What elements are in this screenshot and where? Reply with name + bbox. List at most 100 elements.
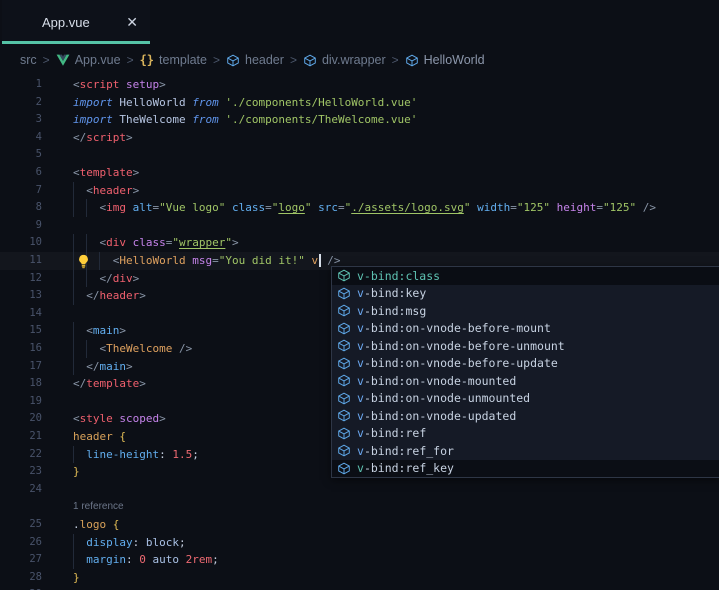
line-number[interactable]: 27 [0, 551, 42, 569]
breadcrumb-item-src[interactable]: src [20, 53, 37, 67]
line-number[interactable]: 28 [0, 569, 42, 587]
line-number[interactable]: 23 [0, 463, 42, 481]
suggest-item-label: v-bind:key [357, 286, 426, 300]
line-number[interactable]: 26 [0, 534, 42, 552]
code-line[interactable]: 24 [0, 481, 719, 499]
line-number[interactable]: 8 [0, 199, 42, 217]
line-number[interactable]: 9 [0, 217, 42, 235]
line-number[interactable]: 11 [0, 252, 42, 270]
code-line-content: } [73, 569, 80, 587]
code-line[interactable]: 9 [0, 217, 719, 235]
close-tab-icon[interactable]: ✕ [126, 15, 138, 29]
suggest-item-v-bind-msg[interactable]: v-bind:msg [332, 302, 719, 320]
code-line[interactable]: 28} [0, 569, 719, 587]
codelens-row[interactable]: 1 reference [0, 498, 719, 516]
suggest-item-v-bind-ref-for[interactable]: v-bind:ref_for [332, 442, 719, 460]
suggest-item-v-bind-on-vnode-updated[interactable]: v-bind:on-vnode-updated [332, 407, 719, 425]
line-number[interactable]: 24 [0, 481, 42, 499]
symbol-cube-icon [337, 444, 351, 457]
suggest-item-v-bind-on-vnode-before-unmount[interactable]: v-bind:on-vnode-before-unmount [332, 337, 719, 355]
indent-guide [73, 270, 74, 288]
breadcrumb-item-header[interactable]: header [226, 53, 284, 67]
suggest-item-v-bind-on-vnode-mounted[interactable]: v-bind:on-vnode-mounted [332, 372, 719, 390]
line-number[interactable]: 14 [0, 305, 42, 323]
symbol-cube-icon [337, 269, 351, 282]
line-number[interactable]: 21 [0, 428, 42, 446]
code-line[interactable]: 25.logo { [0, 516, 719, 534]
symbol-cube-icon [337, 374, 351, 387]
line-number[interactable]: 18 [0, 375, 42, 393]
code-line[interactable]: 6 <template> [0, 164, 719, 182]
codelens-reference-link[interactable]: 1 reference [73, 499, 124, 515]
code-line[interactable]: 10 <div class="wrapper"> [0, 234, 719, 252]
symbol-cube-icon [337, 304, 351, 317]
code-line-content: <script setup> [73, 76, 166, 94]
code-line-content: <template> [73, 164, 139, 182]
intellisense-suggest-widget: v-bind:classv-bind:keyv-bind:msgv-bind:o… [331, 266, 719, 478]
code-line[interactable]: 2import HelloWorld from './components/He… [0, 94, 719, 112]
line-number[interactable]: 5 [0, 146, 42, 164]
code-line[interactable]: 3import TheWelcome from './components/Th… [0, 111, 719, 129]
breadcrumb-item-template[interactable]: {}template [140, 53, 207, 67]
suggest-item-label: v-bind:on-vnode-before-update [357, 356, 558, 370]
line-number[interactable]: 19 [0, 393, 42, 411]
line-number[interactable]: 12 [0, 270, 42, 288]
breadcrumb-item-app-vue[interactable]: App.vue [56, 53, 121, 67]
breadcrumb-item-div-wrapper[interactable]: div.wrapper [303, 53, 386, 67]
braces-icon: {} [140, 53, 154, 67]
code-line[interactable]: 1 <script setup> [0, 76, 719, 94]
line-number[interactable]: 13 [0, 287, 42, 305]
code-line-content: </script> [73, 129, 133, 147]
suggest-item-v-bind-on-vnode-before-mount[interactable]: v-bind:on-vnode-before-mount [332, 320, 719, 338]
breadcrumb-item-helloworld[interactable]: HelloWorld [405, 53, 485, 67]
code-line[interactable]: 5 [0, 146, 719, 164]
tab-label: App.vue [42, 15, 90, 30]
suggest-item-v-bind-on-vnode-before-update[interactable]: v-bind:on-vnode-before-update [332, 355, 719, 373]
code-line-content: display: block; [73, 534, 186, 552]
suggest-item-label: v-bind:on-vnode-before-mount [357, 321, 551, 335]
code-line[interactable]: 4 </script> [0, 129, 719, 147]
line-number[interactable]: 3 [0, 111, 42, 129]
code-line-content: } [73, 463, 80, 481]
indent-guide [86, 340, 87, 358]
code-line[interactable]: 29 [0, 586, 719, 590]
line-number[interactable]: 17 [0, 358, 42, 376]
line-number[interactable]: 22 [0, 446, 42, 464]
suggest-item-label: v-bind:on-vnode-mounted [357, 374, 516, 388]
code-line[interactable]: 26 display: block; [0, 534, 719, 552]
indent-guide [86, 234, 87, 252]
line-number[interactable]: 29 [0, 586, 42, 590]
line-number[interactable]: 16 [0, 340, 42, 358]
breadcrumb-label: src [20, 53, 37, 67]
code-line[interactable]: 7 <header> [0, 182, 719, 200]
code-line-content: <style scoped> [73, 410, 166, 428]
line-number[interactable]: 25 [0, 516, 42, 534]
line-number[interactable]: 1 [0, 76, 42, 94]
lightbulb-icon[interactable] [76, 254, 91, 269]
suggest-item-v-bind-class[interactable]: v-bind:class [332, 267, 719, 285]
line-number[interactable]: 15 [0, 322, 42, 340]
line-number[interactable]: 10 [0, 234, 42, 252]
suggest-item-v-bind-key[interactable]: v-bind:key [332, 285, 719, 303]
line-number[interactable]: 7 [0, 182, 42, 200]
code-line-content: <HelloWorld msg="You did it!" v /> [73, 252, 340, 270]
suggest-item-v-bind-ref[interactable]: v-bind:ref [332, 425, 719, 443]
code-line[interactable]: 8 <img alt="Vue logo" class="logo" src="… [0, 199, 719, 217]
symbol-cube-icon [337, 392, 351, 405]
tab-app-vue[interactable]: App.vue ✕ [2, 0, 150, 44]
indent-guide [73, 534, 74, 552]
code-line[interactable]: 27 margin: 0 auto 2rem; [0, 551, 719, 569]
suggest-item-v-bind-on-vnode-unmounted[interactable]: v-bind:on-vnode-unmounted [332, 390, 719, 408]
breadcrumb-label: header [245, 53, 284, 67]
suggest-item-label: v-bind:on-vnode-before-unmount [357, 339, 565, 353]
tab-bar: App.vue ✕ [0, 0, 719, 44]
breadcrumb-separator-icon: > [43, 53, 50, 67]
code-line-content: line-height: 1.5; [73, 446, 199, 464]
suggest-item-v-bind-ref-key[interactable]: v-bind:ref_key [332, 460, 719, 478]
line-number[interactable]: 4 [0, 129, 42, 147]
line-number[interactable]: 2 [0, 94, 42, 112]
indent-guide [73, 446, 74, 464]
line-number[interactable]: 6 [0, 164, 42, 182]
line-number[interactable]: 20 [0, 410, 42, 428]
symbol-cube-icon [405, 54, 419, 67]
